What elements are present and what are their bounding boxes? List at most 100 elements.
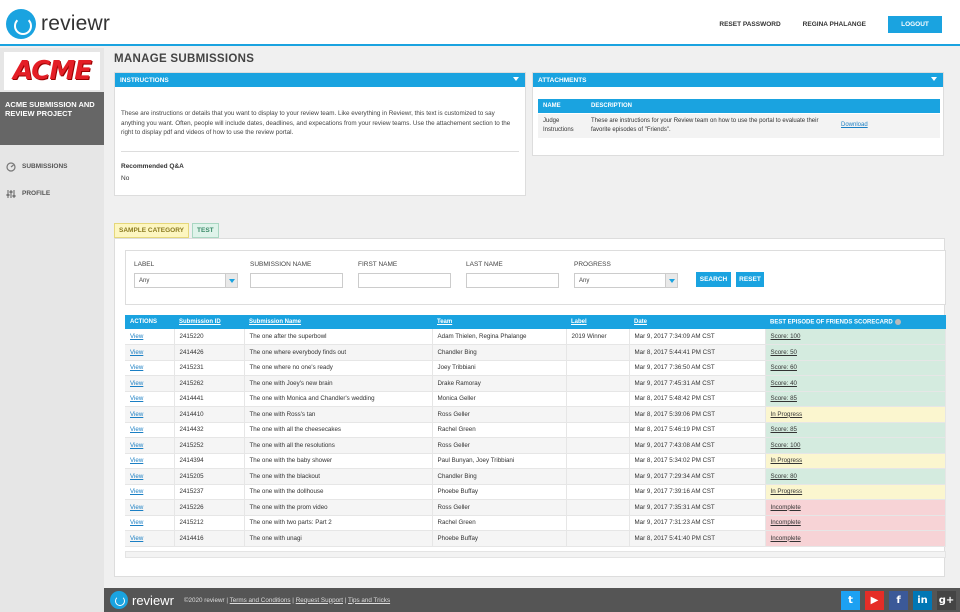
- column-header-scorecard[interactable]: BEST EPISODE OF FRIENDS SCORECARD: [765, 315, 946, 329]
- instructions-header[interactable]: INSTRUCTIONS: [115, 73, 525, 87]
- chevron-down-icon[interactable]: [931, 77, 937, 81]
- view-link[interactable]: View: [125, 484, 175, 500]
- submission-name-cell: The one with the prom video: [244, 499, 433, 516]
- sidebar-item-profile[interactable]: PROFILE: [0, 180, 104, 207]
- view-link[interactable]: View: [125, 453, 175, 469]
- view-link[interactable]: View: [125, 344, 175, 361]
- chevron-down-icon: [225, 274, 237, 287]
- team-cell: Adam Thielen, Regina Phalange: [432, 329, 567, 345]
- table-row: Judge Instructions These are instruction…: [538, 112, 940, 138]
- reset-button[interactable]: RESET: [736, 272, 764, 287]
- table-row: View 2414416 The one with unagi Phoebe Buff…: [125, 530, 946, 547]
- submission-name-cell: The one with the baby shower: [244, 453, 433, 469]
- scorecard-cell[interactable]: In Progress: [765, 484, 946, 500]
- submission-id-cell: 2414410: [174, 406, 245, 423]
- submission-id-cell: 2414394: [174, 453, 245, 469]
- youtube-icon[interactable]: ▶: [865, 591, 884, 610]
- scorecard-cell[interactable]: Score: 80: [765, 468, 946, 485]
- terms-link[interactable]: Terms and Conditions: [230, 597, 291, 604]
- instructions-title: INSTRUCTIONS: [120, 76, 169, 84]
- horizontal-scrollbar[interactable]: [125, 551, 946, 558]
- tab-sample-category[interactable]: SAMPLE CATEGORY: [114, 223, 190, 238]
- scorecard-cell[interactable]: In Progress: [765, 453, 946, 469]
- column-header-date[interactable]: Date: [629, 315, 765, 329]
- scorecard-cell[interactable]: Incomplete: [765, 530, 946, 547]
- view-link[interactable]: View: [125, 406, 175, 423]
- label-select[interactable]: Any: [134, 273, 238, 288]
- view-link[interactable]: View: [125, 375, 175, 392]
- tips-link[interactable]: Tips and Tricks: [348, 597, 390, 604]
- gauge-icon: [6, 161, 16, 172]
- info-icon[interactable]: [894, 318, 901, 325]
- submission-id-cell: 2414432: [174, 422, 245, 438]
- scorecard-cell[interactable]: Incomplete: [765, 515, 946, 531]
- scorecard-cell[interactable]: Score: 50: [765, 344, 946, 361]
- team-cell: Chandler Bing: [432, 344, 567, 361]
- date-cell: Mar 8, 2017 5:34:02 PM CST: [629, 453, 766, 469]
- column-header-label[interactable]: Label: [566, 315, 629, 329]
- date-cell: Mar 9, 2017 7:31:23 AM CST: [629, 515, 766, 531]
- support-link[interactable]: Request Support: [296, 597, 343, 604]
- label-cell: [566, 422, 630, 438]
- top-bar: reviewr RESET PASSWORD REGINA PHALANGE L…: [0, 0, 960, 46]
- sidebar-item-submissions[interactable]: SUBMISSIONS: [0, 153, 104, 180]
- user-name-link[interactable]: REGINA PHALANGE: [803, 21, 866, 28]
- twitter-icon[interactable]: t: [841, 591, 860, 610]
- app-name: reviewr: [41, 12, 111, 35]
- view-link[interactable]: View: [125, 360, 175, 376]
- submissions-panel: LABEL Any SUBMISSION NAME FIRST NAME LAS…: [114, 238, 946, 577]
- scorecard-cell[interactable]: Score: 100: [765, 329, 946, 345]
- acme-logo: ACME: [4, 52, 100, 90]
- social-links: t ▶ f in g+: [836, 591, 956, 610]
- label-cell: [566, 375, 630, 392]
- table-row: View 2414432 The one with all the cheeseca…: [125, 422, 946, 438]
- submission-name-input[interactable]: [250, 273, 343, 288]
- view-link[interactable]: View: [125, 530, 175, 547]
- scorecard-cell[interactable]: Score: 85: [765, 391, 946, 407]
- facebook-icon[interactable]: f: [889, 591, 908, 610]
- scorecard-cell[interactable]: Score: 85: [765, 422, 946, 438]
- column-header-team[interactable]: Team: [432, 315, 566, 329]
- submission-name-cell: The one with the blackout: [244, 468, 433, 485]
- submission-id-cell: 2415220: [174, 329, 245, 345]
- googleplus-icon[interactable]: g+: [937, 591, 956, 610]
- view-link[interactable]: View: [125, 499, 175, 516]
- label-cell: [566, 437, 630, 454]
- app-logo[interactable]: reviewr: [6, 9, 110, 39]
- qa-label: Recommended Q&A: [121, 163, 184, 170]
- scorecard-cell[interactable]: Score: 100: [765, 437, 946, 454]
- last-name-input[interactable]: [466, 273, 559, 288]
- scorecard-cell[interactable]: Score: 60: [765, 360, 946, 376]
- tab-test[interactable]: TEST: [192, 223, 219, 238]
- view-link[interactable]: View: [125, 329, 175, 345]
- scorecard-cell[interactable]: In Progress: [765, 406, 946, 423]
- progress-select[interactable]: Any: [574, 273, 678, 288]
- logout-button[interactable]: LOGOUT: [888, 16, 942, 33]
- submission-id-cell: 2415226: [174, 499, 245, 516]
- chevron-down-icon[interactable]: [513, 77, 519, 81]
- attachment-description: These are instructions for your Review t…: [586, 112, 836, 138]
- chevron-down-icon: [665, 274, 677, 287]
- column-header-actions: ACTIONS: [125, 315, 174, 329]
- first-name-label: FIRST NAME: [358, 261, 398, 268]
- view-link[interactable]: View: [125, 437, 175, 454]
- first-name-input[interactable]: [358, 273, 451, 288]
- qa-value: No: [121, 175, 130, 182]
- view-link[interactable]: View: [125, 391, 175, 407]
- scorecard-cell[interactable]: Score: 40: [765, 375, 946, 392]
- download-link[interactable]: Download: [841, 122, 868, 128]
- search-button[interactable]: SEARCH: [696, 272, 731, 287]
- attachments-header[interactable]: ATTACHMENTS: [533, 73, 943, 87]
- footer-text: ©2020 reviewr | Terms and Conditions | R…: [183, 596, 391, 604]
- column-header-submission-name[interactable]: Submission Name: [244, 315, 432, 329]
- scorecard-cell[interactable]: Incomplete: [765, 499, 946, 516]
- view-link[interactable]: View: [125, 422, 175, 438]
- table-row: View 2414410 The one with Ross's tan Ross G…: [125, 406, 946, 423]
- team-cell: Phoebe Buffay: [432, 530, 567, 547]
- view-link[interactable]: View: [125, 468, 175, 485]
- column-header-submission-id[interactable]: Submission ID: [174, 315, 244, 329]
- view-link[interactable]: View: [125, 515, 175, 531]
- reset-password-link[interactable]: RESET PASSWORD: [719, 21, 780, 28]
- date-cell: Mar 9, 2017 7:45:31 AM CST: [629, 375, 766, 392]
- linkedin-icon[interactable]: in: [913, 591, 932, 610]
